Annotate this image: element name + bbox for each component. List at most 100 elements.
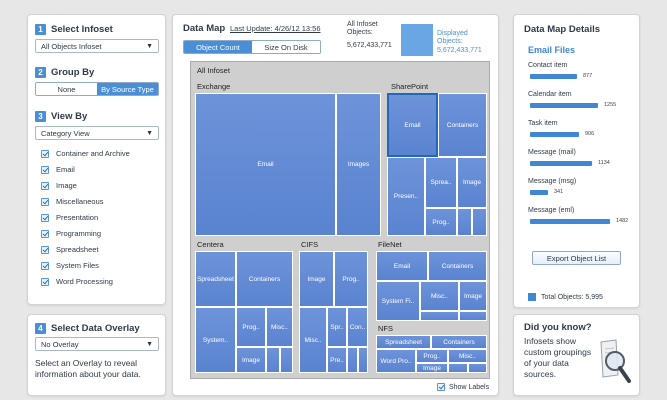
treemap-cell-nfs-spreadsheet[interactable]: Spreadsheet [376, 335, 431, 349]
detail-item-label: Message (msg) [528, 178, 577, 185]
detail-item-label: Task item [528, 120, 558, 127]
treemap-cell-cifs-containers[interactable]: Con.. [347, 307, 368, 347]
treemap-cell-filenet-image[interactable]: Image [459, 281, 487, 311]
treemap-cell-centera-image[interactable]: Image [236, 347, 266, 373]
treemap-cell-sharepoint-programming[interactable]: Prog.. [425, 208, 457, 236]
treemap-cell-nfs-image[interactable]: Image [416, 363, 448, 373]
treemap-cell-sharepoint-small[interactable] [472, 208, 487, 236]
checkbox-icon[interactable] [41, 213, 49, 222]
detail-item-label: Calendar item [528, 91, 572, 98]
treemap-cell-sharepoint-containers[interactable]: Containers [438, 93, 487, 157]
treemap-cell-cifs-image[interactable]: Image [299, 251, 334, 307]
treemap-cell-cifs-programming[interactable]: Prog.. [334, 251, 368, 307]
magnifier-document-icon [598, 339, 632, 391]
checkbox-icon[interactable] [41, 165, 49, 174]
treemap-cell-sharepoint-image[interactable]: Image [457, 157, 487, 208]
detail-item-bar[interactable] [530, 103, 598, 108]
detail-item-bar[interactable] [530, 190, 548, 195]
treemap-cell-cifs-presentation[interactable]: Pre.. [327, 347, 347, 373]
treemap-cell-cifs-misc[interactable]: Misc.. [299, 307, 327, 373]
category-item[interactable]: Container and Archive [41, 149, 130, 158]
group-by-heading: 2 Group By [35, 67, 94, 78]
category-list: Container and Archive Email Image Miscel… [41, 149, 161, 299]
treemap-cell-nfs-small[interactable] [448, 363, 468, 373]
step-number: 1 [35, 24, 46, 35]
treemap-cell-nfs-word[interactable]: Word Pro.. [376, 349, 416, 373]
treemap-cell-nfs-misc[interactable]: Misc.. [448, 349, 487, 363]
tab-object-count[interactable]: Object Count [184, 41, 252, 53]
category-item[interactable]: Image [41, 181, 77, 190]
treemap-cell-nfs-programming[interactable]: Prog.. [416, 349, 448, 363]
detail-item-bar[interactable] [530, 132, 579, 137]
chevron-down-icon: ▼ [146, 340, 153, 348]
displayed-swatch [401, 24, 433, 56]
data-map-panel: Data Map Last Update: 4/26/12 13:56 Obje… [172, 14, 499, 396]
checkbox-icon[interactable] [41, 261, 49, 270]
treemap-cell-cifs-spreadsheet[interactable]: Spr.. [327, 307, 347, 347]
category-item[interactable]: Presentation [41, 213, 98, 222]
checkbox-icon[interactable] [41, 197, 49, 206]
category-item[interactable]: Email [41, 165, 75, 174]
treemap-cell-filenet-email[interactable]: Email [376, 251, 428, 281]
treemap-cell-sharepoint-presentation[interactable]: Presen.. [387, 157, 425, 236]
category-item[interactable]: Word Processing [41, 277, 113, 286]
treemap-cell-centera-programming[interactable]: Prog.. [236, 307, 266, 347]
treemap-cell-cifs-small[interactable] [358, 347, 368, 373]
step-number: 4 [35, 323, 46, 334]
detail-item-bar[interactable] [530, 219, 610, 224]
treemap-cell-filenet-misc[interactable]: Misc.. [420, 281, 459, 311]
treemap-cell-exchange-email[interactable]: Email [195, 93, 336, 236]
checkbox-icon[interactable] [41, 149, 49, 158]
map-title: Data Map [183, 23, 226, 34]
treemap-cell-centera-small[interactable] [266, 347, 280, 373]
checkbox-icon[interactable] [41, 181, 49, 190]
category-item[interactable]: Programming [41, 229, 101, 238]
detail-item-label: Message (eml) [528, 207, 575, 214]
treemap-cell-filenet-small[interactable] [420, 311, 459, 321]
overlay-description: Select an Overlay to reveal information … [35, 358, 141, 379]
checkbox-icon[interactable] [41, 229, 49, 238]
treemap-cell-nfs-small[interactable] [468, 363, 487, 373]
treemap-root-label: All Infoset [197, 66, 230, 75]
treemap-cell-centera-containers[interactable]: Containers [236, 251, 293, 307]
treemap-cell-sharepoint-small[interactable] [457, 208, 472, 236]
overlay-select[interactable]: No Overlay ▼ [35, 337, 159, 351]
details-bars: Contact item 877 Calendar item 1255 Task ite… [514, 15, 641, 265]
group-label-sharepoint: SharePoint [391, 82, 429, 91]
group-source-option[interactable]: By Source Type [97, 83, 158, 95]
show-labels-toggle[interactable]: Show Labels [437, 383, 489, 391]
treemap-cell-filenet-system[interactable]: System Fi.. [376, 281, 420, 321]
group-label-exchange: Exchange [197, 82, 231, 91]
checkbox-icon[interactable] [41, 277, 49, 286]
treemap-cell-cifs-small[interactable] [347, 347, 358, 373]
infoset-select[interactable]: All Objects Infoset ▼ [35, 39, 159, 53]
detail-item-bar[interactable] [530, 74, 577, 79]
tab-size-on-disk[interactable]: Size On Disk [252, 41, 320, 53]
category-item[interactable]: Spreadsheet [41, 245, 99, 254]
treemap-cell-filenet-containers[interactable]: Containers [428, 251, 487, 281]
metric-toggle: Object Count Size On Disk [183, 40, 321, 54]
checkbox-icon[interactable] [41, 245, 49, 254]
treemap-cell-centera-spreadsheet[interactable]: Spreadsheet [195, 251, 236, 307]
treemap-cell-centera-small[interactable] [280, 347, 293, 373]
category-item[interactable]: System Files [41, 261, 99, 270]
treemap-cell-centera-misc[interactable]: Misc.. [266, 307, 293, 347]
know-text: Infosets show custom groupings of your d… [524, 336, 592, 379]
treemap-cell-exchange-images[interactable]: Images [336, 93, 381, 236]
last-update-link[interactable]: Last Update: 4/26/12 13:56 [230, 24, 321, 33]
all-objects-label: All Infoset Objects: [347, 21, 378, 36]
export-object-list-button[interactable]: Export Object List [532, 251, 621, 265]
view-by-heading: 3 View By [35, 111, 87, 122]
group-none-option[interactable]: None [36, 83, 97, 95]
checkbox-icon[interactable] [437, 383, 445, 391]
treemap-cell-sharepoint-spreadsheet[interactable]: Sprea.. [425, 157, 457, 208]
treemap-cell-centera-system[interactable]: System.. [195, 307, 236, 373]
treemap-cell-sharepoint-email[interactable]: Email [387, 93, 438, 157]
treemap-cell-filenet-small[interactable] [459, 311, 487, 321]
view-by-select[interactable]: Category View ▼ [35, 126, 159, 140]
group-by-toggle: None By Source Type [35, 82, 159, 96]
category-item[interactable]: Miscellaneous [41, 197, 104, 206]
detail-item-bar[interactable] [530, 161, 592, 166]
treemap: All Infoset Exchange Email Images ShareP… [190, 61, 490, 379]
treemap-cell-nfs-containers[interactable]: Containers [431, 335, 487, 349]
